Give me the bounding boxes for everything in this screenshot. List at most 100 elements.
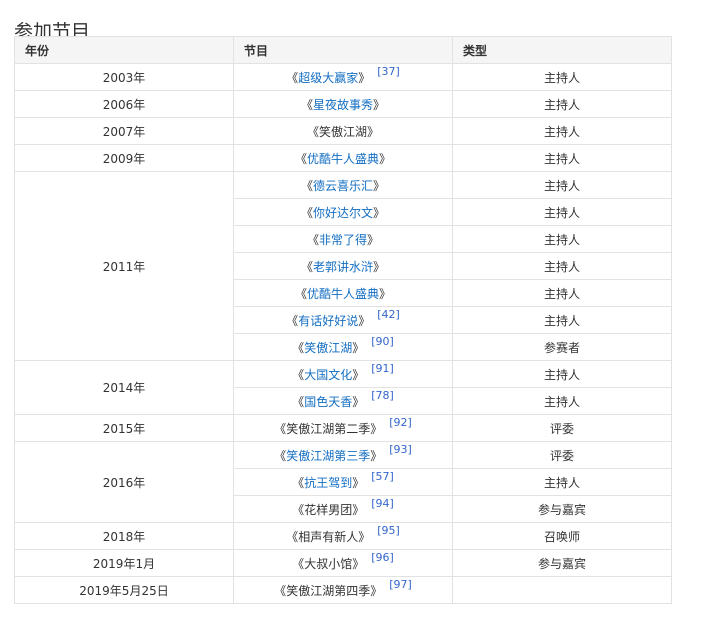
reference-link[interactable]: [96] <box>371 551 394 564</box>
program-link[interactable]: 老郭讲水浒 <box>313 260 373 274</box>
program-link[interactable]: 笑傲江湖 <box>304 341 352 355</box>
left-book-quote: 《 <box>274 421 287 436</box>
program-link[interactable]: 有话好好说 <box>298 314 358 328</box>
cell-type: 评委 <box>452 441 672 469</box>
right-book-quote: 》 <box>352 367 365 382</box>
cell-program: 《有话好好说》 [42] <box>233 306 453 334</box>
left-book-quote: 《 <box>306 232 319 247</box>
right-book-quote: 》 <box>373 178 386 193</box>
program-link[interactable]: 笑傲江湖第三季 <box>286 449 370 463</box>
program-link[interactable]: 你好达尔文 <box>313 206 373 220</box>
cell-program: 《国色天香》 [78] <box>233 387 453 415</box>
left-book-quote: 《 <box>292 340 305 355</box>
programs-table: 年份 节目 类型 2003年 《超级大赢家》 [37] 主持人 2006年 《星夜故事秀》… <box>14 36 672 604</box>
reference-link[interactable]: [37] <box>377 65 400 78</box>
cell-program: 《老郭讲水浒》 <box>233 252 453 280</box>
right-book-quote: 》 <box>352 394 365 409</box>
reference-link[interactable]: [94] <box>371 497 394 510</box>
left-book-quote: 《 <box>274 448 287 463</box>
table-row: 2019年1月 《大叔小馆》 [96] 参与嘉宾 <box>14 549 672 577</box>
program-title: 《超级大赢家》 <box>286 69 370 86</box>
right-book-quote: 》 <box>358 70 371 85</box>
right-book-quote: 》 <box>367 232 380 247</box>
cell-type: 主持人 <box>452 63 672 91</box>
header-program: 节目 <box>233 36 453 64</box>
program-link[interactable]: 优酷牛人盛典 <box>307 287 379 301</box>
cell-type: 主持人 <box>452 360 672 388</box>
reference-link[interactable]: [78] <box>371 389 394 402</box>
left-book-quote: 《 <box>306 124 319 139</box>
program-title: 《相声有新人》 <box>286 528 370 545</box>
cell-type: 主持人 <box>452 171 672 199</box>
program-name: 相声有新人 <box>298 529 359 544</box>
cell-program: 《笑傲江湖》 [90] <box>233 333 453 361</box>
left-book-quote: 《 <box>294 286 307 301</box>
cell-type: 主持人 <box>452 468 672 496</box>
cell-type: 主持人 <box>452 252 672 280</box>
reference-link[interactable]: [91] <box>371 362 394 375</box>
cell-program: 《花样男团》 [94] <box>233 495 453 523</box>
program-title: 《大国文化》 <box>292 366 364 383</box>
cell-year: 2009年 <box>14 144 234 172</box>
program-link[interactable]: 非常了得 <box>319 233 367 247</box>
cell-type: 主持人 <box>452 90 672 118</box>
right-book-quote: 》 <box>352 340 365 355</box>
program-link[interactable]: 大国文化 <box>304 368 352 382</box>
table-row: 2011年 《德云喜乐汇》 主持人 <box>14 171 672 361</box>
program-link[interactable]: 德云喜乐汇 <box>313 179 373 193</box>
reference-link[interactable]: [90] <box>371 335 394 348</box>
left-book-quote: 《 <box>300 205 313 220</box>
left-book-quote: 《 <box>300 97 313 112</box>
program-title: 《国色天香》 <box>292 393 364 410</box>
table-row: 2019年5月25日 《笑傲江湖第四季》 [97] <box>14 576 672 604</box>
program-title: 《笑傲江湖》 <box>307 123 379 140</box>
cell-program: 《大叔小馆》 [96] <box>233 549 453 577</box>
program-link[interactable]: 星夜故事秀 <box>313 98 373 112</box>
table-row: 2006年 《星夜故事秀》 主持人 <box>14 90 672 118</box>
right-book-quote: 》 <box>370 448 383 463</box>
cell-type: 主持人 <box>452 144 672 172</box>
program-title: 《德云喜乐汇》 <box>301 177 385 194</box>
reference-link[interactable]: [42] <box>377 308 400 321</box>
cell-program: 《大国文化》 [91] <box>233 360 453 388</box>
reference-link[interactable]: [93] <box>389 443 412 456</box>
left-book-quote: 《 <box>292 367 305 382</box>
reference-link[interactable]: [97] <box>389 578 412 591</box>
program-link[interactable]: 超级大赢家 <box>298 71 358 85</box>
left-book-quote: 《 <box>292 475 305 490</box>
cell-type: 主持人 <box>452 198 672 226</box>
program-link[interactable]: 抗王驾到 <box>304 476 352 490</box>
program-title: 《笑傲江湖第四季》 <box>274 582 382 599</box>
cell-type: 主持人 <box>452 225 672 253</box>
reference-link[interactable]: [57] <box>371 470 394 483</box>
cell-program: 《你好达尔文》 <box>233 198 453 226</box>
right-book-quote: 》 <box>370 421 383 436</box>
cell-year: 2003年 <box>14 63 234 91</box>
cell-type: 召唤师 <box>452 522 672 550</box>
cell-year: 2007年 <box>14 117 234 145</box>
table-row: 2007年 《笑傲江湖》 主持人 <box>14 117 672 145</box>
cell-year: 2006年 <box>14 90 234 118</box>
cell-program: 《抗王驾到》 [57] <box>233 468 453 496</box>
program-title: 《优酷牛人盛典》 <box>295 150 391 167</box>
cell-program: 《笑傲江湖第二季》 [92] <box>233 414 453 442</box>
reference-link[interactable]: [92] <box>389 416 412 429</box>
cell-type: 评委 <box>452 414 672 442</box>
program-title: 《笑傲江湖第三季》 <box>274 447 382 464</box>
left-book-quote: 《 <box>292 556 305 571</box>
cell-program: 《星夜故事秀》 <box>233 90 453 118</box>
program-name: 笑傲江湖第四季 <box>286 583 371 598</box>
program-title: 《笑傲江湖第二季》 <box>274 420 382 437</box>
program-link[interactable]: 优酷牛人盛典 <box>307 152 379 166</box>
table-row: 2018年 《相声有新人》 [95] 召唤师 <box>14 522 672 550</box>
cell-type: 主持人 <box>452 117 672 145</box>
program-link[interactable]: 国色天香 <box>304 395 352 409</box>
cell-year: 2018年 <box>14 522 234 550</box>
cell-year: 2014年 <box>14 360 234 415</box>
left-book-quote: 《 <box>300 259 313 274</box>
cell-type <box>452 576 672 604</box>
cell-year: 2015年 <box>14 414 234 442</box>
table-row: 2016年 《笑傲江湖第三季》 [93] 评委 <box>14 441 672 523</box>
reference-link[interactable]: [95] <box>377 524 400 537</box>
right-book-quote: 》 <box>352 556 365 571</box>
